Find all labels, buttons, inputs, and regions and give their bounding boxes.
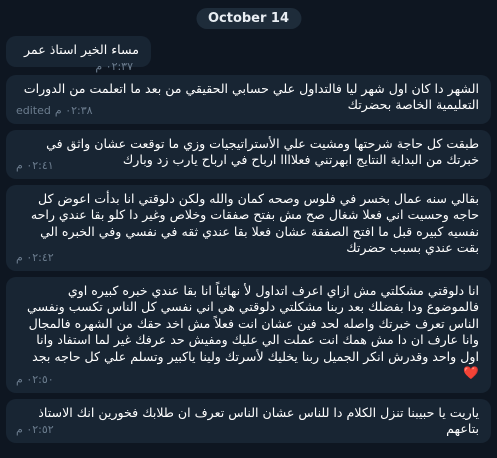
message-bubble[interactable]: طبقت كل حاجة شرحتها ومشيت علي الأستراتيج… xyxy=(6,130,491,179)
message-list: مساء الخير استاذ عمر ٠٢:٣٧ م الشهر دا كا… xyxy=(6,36,491,449)
message-bubble[interactable]: الشهر دا كان اول شهر ليا فالتداول علي حس… xyxy=(6,75,491,124)
message-text: مساء الخير استاذ عمر xyxy=(23,42,139,57)
message-time: ٠٢:٣٨ م xyxy=(54,103,93,117)
message-text: ياريت يا حبيبنا تنزل الكلام دا للناس عشا… xyxy=(38,405,479,437)
message-time: ٠٢:٤١ م xyxy=(16,158,54,172)
message-text: انا دلوقتي مشكلتي مش ازاي اعرف اتداول لأ… xyxy=(16,283,479,381)
message-meta: edited ٠٢:٣٨ م xyxy=(16,103,93,119)
message-bubble[interactable]: ياريت يا حبيبنا تنزل الكلام دا للناس عشا… xyxy=(6,399,491,443)
message-time: ٠٢:٥٠ م xyxy=(16,372,54,386)
message-text-body: انا دلوقتي مشكلتي مش ازاي اعرف اتداول لأ… xyxy=(27,283,479,364)
message-time: ٠٢:٣٧ م xyxy=(95,60,133,74)
message-bubble[interactable]: بقالي سنه عمال بخسر في فلوس وصحه كمان وا… xyxy=(6,185,491,271)
message-text: بقالي سنه عمال بخسر في فلوس وصحه كمان وا… xyxy=(30,191,479,256)
message-time: ٠٢:٤٢ م xyxy=(16,250,54,264)
message-bubble[interactable]: مساء الخير استاذ عمر ٠٢:٣٧ م xyxy=(6,36,151,73)
message-time: ٠٢:٥٢ م xyxy=(16,422,54,436)
date-separator: October 14 xyxy=(195,8,302,29)
edited-label: edited xyxy=(16,103,51,117)
message-bubble[interactable]: انا دلوقتي مشكلتي مش ازاي اعرف اتداول لأ… xyxy=(6,277,491,393)
heart-emoji: ❤️ xyxy=(463,365,479,381)
message-text: طبقت كل حاجة شرحتها ومشيت علي الأستراتيج… xyxy=(46,136,479,168)
